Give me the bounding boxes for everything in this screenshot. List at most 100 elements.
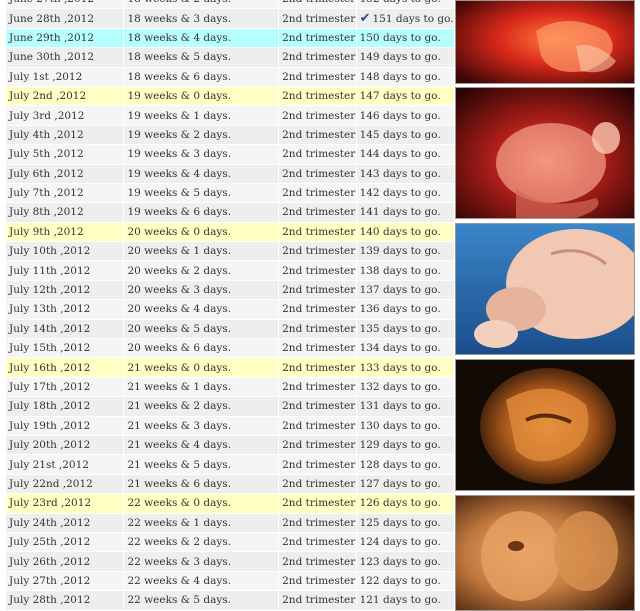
row-days-left-text: 134 days to go. — [359, 342, 441, 355]
row-date-text: July 13th ,2012 — [9, 303, 91, 316]
row-trimester: 2nd trimester — [279, 145, 357, 165]
row-gestational-age-text: 22 weeks & 3 days. — [127, 555, 232, 568]
row-gestational-age-text: 20 weeks & 2 days. — [127, 264, 232, 277]
row-days-left: 132 days to go. — [356, 377, 455, 398]
row-days-left-text: 147 days to go. — [359, 90, 441, 103]
calendar-row: July 22nd ,2012 21 weeks & 6 days. 2nd tri… — [6, 474, 455, 495]
row-trimester-text: 2nd trimester — [282, 536, 356, 549]
row-trimester: 2nd trimester — [279, 552, 357, 572]
row-trimester: 2nd trimester — [279, 339, 357, 359]
calendar-row: July 9th ,2012 20 weeks & 0 days. 2nd trim… — [6, 222, 455, 243]
row-trimester: 2nd trimester — [279, 474, 357, 495]
row-date: July 24th ,2012 — [6, 513, 125, 533]
calendar-row: July 17th ,2012 21 weeks & 1 days. 2nd tri… — [6, 377, 455, 398]
row-date-text: June 28th ,2012 — [9, 12, 95, 25]
calendar-row: July 13th ,2012 20 weeks & 4 days. 2nd tri… — [6, 300, 455, 320]
row-date: July 11th ,2012 — [6, 261, 125, 281]
row-date-text: July 24th ,2012 — [9, 516, 91, 529]
row-days-left-text: 150 days to go. — [359, 31, 441, 44]
calendar-row: July 28th ,2012 22 weeks & 5 days. 2nd tri… — [6, 591, 455, 611]
row-trimester-text: 2nd trimester — [282, 109, 356, 122]
row-gestational-age-text: 19 weeks & 0 days. — [127, 90, 232, 103]
row-trimester-text: 2nd trimester — [282, 51, 356, 64]
row-trimester: 2nd trimester — [279, 319, 357, 340]
row-trimester-text: 2nd trimester — [282, 439, 356, 452]
row-days-left-text: 148 days to go. — [359, 70, 441, 83]
calendar-row: July 2nd ,2012 19 weeks & 0 days. 2nd trim… — [6, 86, 455, 107]
calendar-row: July 8th ,2012 19 weeks & 6 days. 2nd trim… — [6, 203, 455, 223]
row-date-text: July 8th ,2012 — [9, 206, 84, 219]
row-trimester: 2nd trimester — [279, 222, 357, 243]
row-date: July 19th ,2012 — [6, 416, 125, 436]
row-gestational-age: 20 weeks & 6 days. — [124, 339, 280, 359]
row-gestational-age-text: 20 weeks & 5 days. — [127, 322, 232, 335]
row-date-text: July 2nd ,2012 — [9, 90, 87, 103]
fetus-week-18-photo — [455, 0, 635, 84]
row-trimester: 2nd trimester — [279, 280, 357, 301]
row-days-left: 142 days to go. — [356, 183, 455, 204]
row-days-left: 146 days to go. — [356, 106, 455, 126]
row-days-left-text: 137 days to go. — [359, 284, 441, 297]
row-gestational-age: 20 weeks & 3 days. — [124, 280, 280, 301]
row-date: July 10th ,2012 — [6, 242, 125, 262]
row-trimester-text: 2nd trimester — [282, 225, 356, 238]
row-days-left: 126 days to go. — [356, 494, 455, 514]
row-days-left-text: 128 days to go. — [359, 458, 441, 471]
row-date: July 5th ,2012 — [6, 145, 125, 165]
calendar-row: July 11th ,2012 20 weeks & 2 days. 2nd tri… — [6, 261, 455, 281]
row-trimester: 2nd trimester — [279, 0, 357, 10]
row-gestational-age: 22 weeks & 5 days. — [124, 591, 280, 611]
fetus-week-22-photo — [455, 495, 635, 611]
row-trimester-text: 2nd trimester — [282, 342, 356, 355]
row-trimester: 2nd trimester — [279, 513, 357, 533]
row-trimester-text: 2nd trimester — [282, 245, 356, 258]
row-trimester: 2nd trimester — [279, 455, 357, 475]
row-date: July 15th ,2012 — [6, 339, 125, 359]
row-date: July 8th ,2012 — [6, 203, 125, 223]
calendar-row: July 12th ,2012 20 weeks & 3 days. 2nd tri… — [6, 280, 455, 301]
row-trimester: 2nd trimester — [279, 416, 357, 436]
row-days-left-text: 149 days to go. — [359, 51, 441, 64]
row-gestational-age-text: 22 weeks & 2 days. — [127, 536, 232, 549]
calendar-row: July 20th ,2012 21 weeks & 4 days. 2nd tri… — [6, 435, 455, 456]
row-trimester: 2nd trimester — [279, 358, 357, 378]
fetus-week-21-photo — [455, 359, 635, 491]
row-gestational-age: 22 weeks & 2 days. — [124, 532, 280, 553]
calendar-row: June 27th ,2012 18 weeks & 2 days. 2nd tri… — [6, 0, 455, 10]
row-gestational-age-text: 22 weeks & 4 days. — [127, 574, 232, 587]
row-days-left: 134 days to go. — [356, 339, 455, 359]
row-gestational-age-text: 21 weeks & 5 days. — [127, 458, 232, 471]
row-days-left: 127 days to go. — [356, 474, 455, 495]
row-date-text: July 7th ,2012 — [9, 187, 84, 200]
row-gestational-age-text: 18 weeks & 6 days. — [127, 70, 232, 83]
row-date-text: July 25th ,2012 — [9, 536, 91, 549]
row-days-left: 124 days to go. — [356, 532, 455, 553]
row-date: July 14th ,2012 — [6, 319, 125, 340]
row-days-left-text: 145 days to go. — [359, 128, 441, 141]
calendar-row: June 29th ,2012 18 weeks & 4 days. 2nd tri… — [6, 28, 455, 49]
row-trimester: 2nd trimester — [279, 86, 357, 107]
row-trimester: 2nd trimester — [279, 125, 357, 146]
calendar-row: June 28th ,2012 18 weeks & 3 days. 2nd tri… — [6, 9, 455, 29]
row-date-text: July 22nd ,2012 — [9, 477, 93, 490]
row-date: July 28th ,2012 — [6, 591, 125, 611]
row-days-left: 121 days to go. — [356, 591, 455, 611]
row-date-text: July 9th ,2012 — [9, 225, 84, 238]
row-days-left: 150 days to go. — [356, 28, 455, 49]
row-gestational-age: 19 weeks & 5 days. — [124, 183, 280, 204]
row-date-text: July 20th ,2012 — [9, 439, 91, 452]
row-gestational-age-text: 20 weeks & 0 days. — [127, 225, 232, 238]
row-gestational-age: 22 weeks & 1 days. — [124, 513, 280, 533]
row-date: June 30th ,2012 — [6, 48, 125, 68]
row-date: July 12th ,2012 — [6, 280, 125, 301]
row-days-left: 137 days to go. — [356, 280, 455, 301]
row-days-left-text: 125 days to go. — [359, 516, 441, 529]
row-date: July 13th ,2012 — [6, 300, 125, 320]
row-gestational-age: 22 weeks & 4 days. — [124, 571, 280, 592]
calendar-row: July 16th ,2012 21 weeks & 0 days. 2nd tri… — [6, 358, 455, 378]
row-days-left: 133 days to go. — [356, 358, 455, 378]
row-gestational-age: 18 weeks & 2 days. — [124, 0, 280, 10]
row-gestational-age: 20 weeks & 2 days. — [124, 261, 280, 281]
row-gestational-age: 19 weeks & 2 days. — [124, 125, 280, 146]
row-trimester-text: 2nd trimester — [282, 419, 356, 432]
